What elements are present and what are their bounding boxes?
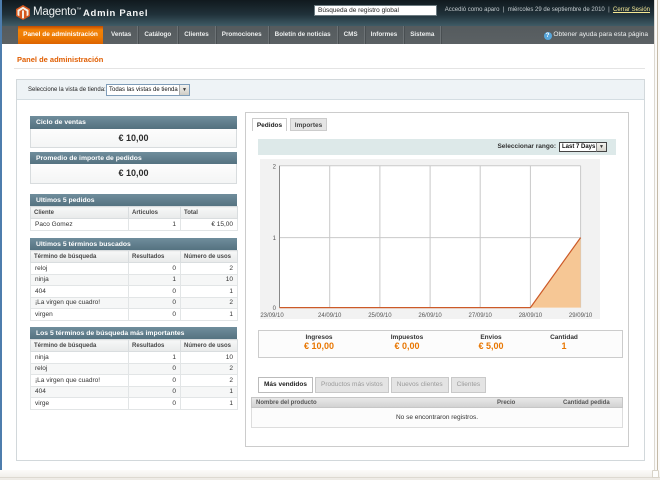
svg-text:26/09/10: 26/09/10: [418, 313, 442, 319]
svg-text:24/09/10: 24/09/10: [318, 313, 342, 319]
svg-text:27/09/10: 27/09/10: [469, 313, 493, 319]
svg-text:25/09/10: 25/09/10: [368, 313, 392, 319]
svg-text:23/09/10: 23/09/10: [260, 313, 284, 319]
svg-text:29/09/10: 29/09/10: [569, 313, 593, 319]
svg-text:28/09/10: 28/09/10: [519, 313, 543, 319]
